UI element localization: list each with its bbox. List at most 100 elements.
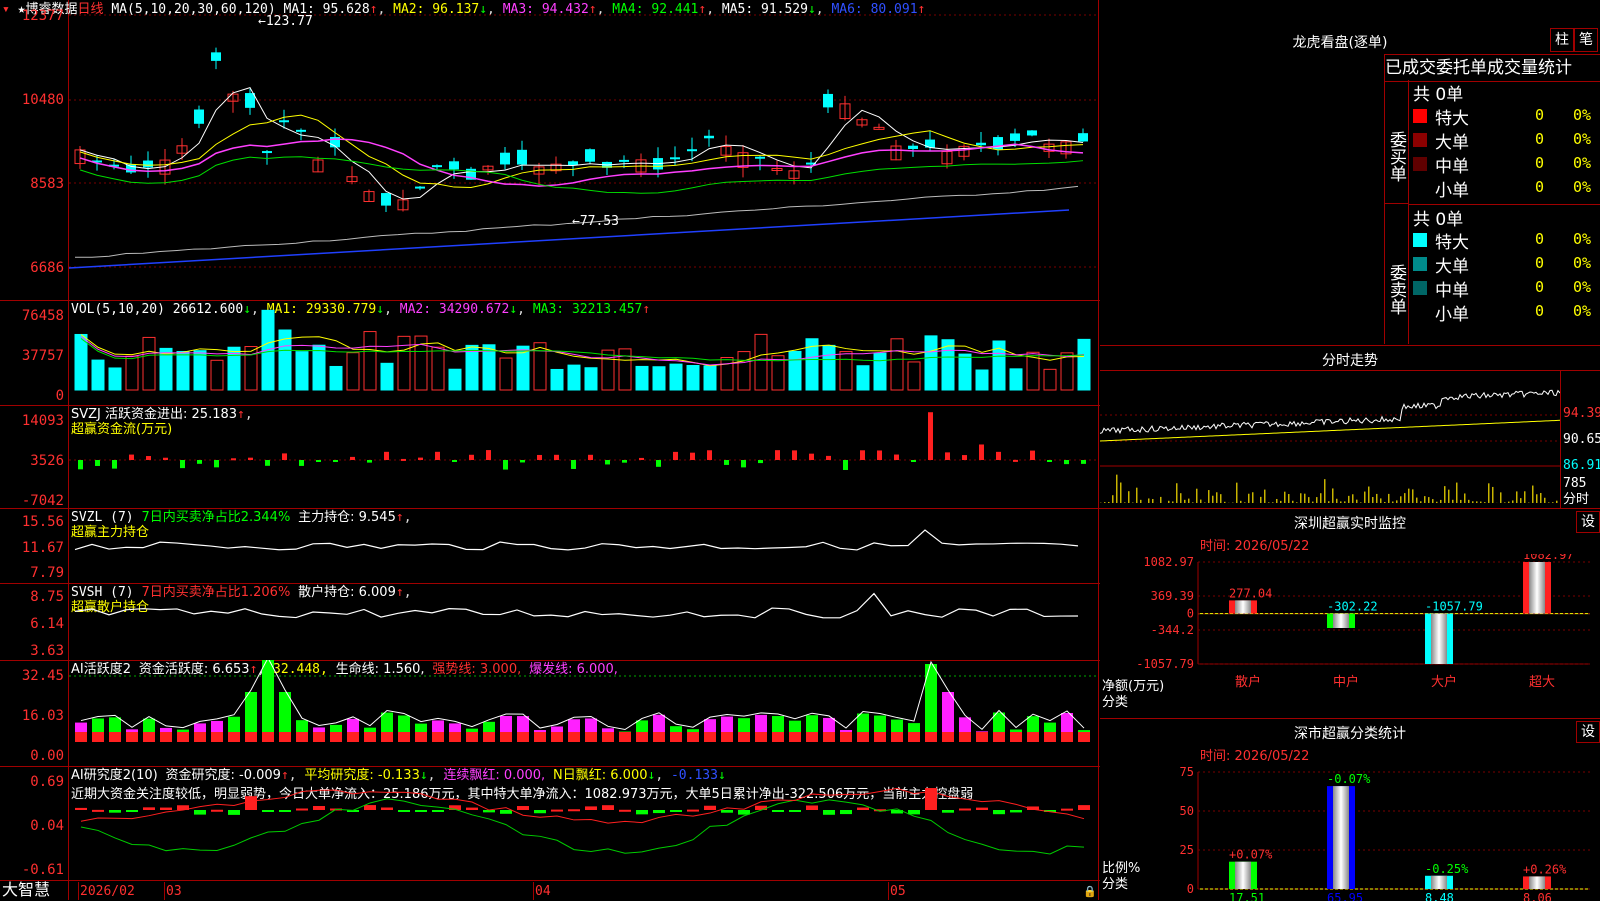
volume-bar[interactable] xyxy=(296,352,308,390)
main-holding-chart[interactable] xyxy=(69,508,1098,583)
bar-mode-button[interactable]: 柱 xyxy=(1550,28,1574,52)
candle[interactable] xyxy=(976,143,986,145)
flow-bar[interactable] xyxy=(469,455,474,460)
volume-bar[interactable] xyxy=(92,360,104,390)
settings-button[interactable]: 设 xyxy=(1576,511,1600,533)
volume-bar[interactable] xyxy=(653,367,665,390)
research-bar[interactable] xyxy=(381,807,393,810)
ai-active-chart[interactable] xyxy=(69,660,1098,766)
volume-bar[interactable] xyxy=(789,351,801,390)
flow-bar[interactable] xyxy=(707,450,712,460)
research-bar[interactable] xyxy=(109,810,121,813)
candle[interactable] xyxy=(126,165,136,173)
research-bar[interactable] xyxy=(585,806,597,810)
flow-bar[interactable] xyxy=(265,460,270,466)
flow-bar[interactable] xyxy=(639,458,644,460)
research-bar[interactable] xyxy=(296,808,308,810)
sz-class-chart[interactable]: 755025017.51+0.07%散户65.95-0.07%中户8.48-0.… xyxy=(1100,764,1600,901)
volume-bar[interactable] xyxy=(466,345,478,390)
settings-button[interactable]: 设 xyxy=(1576,721,1600,743)
volume-bar[interactable] xyxy=(602,350,614,390)
flow-bar[interactable] xyxy=(401,459,406,461)
volume-bar[interactable] xyxy=(976,370,988,390)
flow-bar[interactable] xyxy=(673,452,678,460)
flow-bar[interactable] xyxy=(452,460,457,462)
flow-bar[interactable] xyxy=(945,452,950,460)
flow-bar[interactable] xyxy=(809,454,814,460)
flow-bar[interactable] xyxy=(384,452,389,460)
volume-bar[interactable] xyxy=(381,363,393,390)
research-bar[interactable] xyxy=(160,808,172,810)
flow-bar[interactable] xyxy=(503,460,508,470)
volume-bar[interactable] xyxy=(840,352,852,390)
candle[interactable] xyxy=(500,153,510,165)
candle[interactable] xyxy=(619,160,629,162)
flow-bar[interactable] xyxy=(316,460,321,462)
intraday-chart[interactable] xyxy=(1100,371,1560,506)
flow-bar[interactable] xyxy=(282,453,287,460)
flow-bar[interactable] xyxy=(622,460,627,463)
flow-bar[interactable] xyxy=(724,460,729,465)
research-bar[interactable] xyxy=(636,810,648,814)
flow-bar[interactable] xyxy=(826,456,831,460)
volume-bar[interactable] xyxy=(262,310,274,390)
flow-bar[interactable] xyxy=(877,450,882,460)
candle[interactable] xyxy=(194,110,204,124)
flow-bar[interactable] xyxy=(78,460,83,469)
fund-flow-chart[interactable] xyxy=(69,405,1098,508)
candle[interactable] xyxy=(449,161,459,169)
candle[interactable] xyxy=(1078,133,1088,141)
volume-bar[interactable] xyxy=(313,345,325,390)
flow-bar[interactable] xyxy=(843,460,848,470)
volume-bar[interactable] xyxy=(1078,339,1090,390)
flow-bar[interactable] xyxy=(1030,451,1035,460)
research-bar[interactable] xyxy=(823,810,835,815)
volume-bar[interactable] xyxy=(143,337,155,390)
volume-bar[interactable] xyxy=(704,366,716,390)
candle[interactable] xyxy=(143,161,153,168)
flow-bar[interactable] xyxy=(741,460,746,467)
research-bar[interactable] xyxy=(704,806,716,810)
research-bar[interactable] xyxy=(364,805,376,810)
volume-bar[interactable] xyxy=(211,360,223,390)
volume-bar[interactable] xyxy=(109,368,121,390)
flow-bar[interactable] xyxy=(588,455,593,460)
chart-area[interactable]: ▾ ★博睿数据日线 MA(5,10,20,30,60,120) MA1: 95.… xyxy=(0,0,1100,900)
flow-bar[interactable] xyxy=(214,460,219,467)
research-bar[interactable] xyxy=(500,810,512,814)
volume-bar[interactable] xyxy=(568,365,580,390)
volume-bar[interactable] xyxy=(432,347,444,390)
flow-bar[interactable] xyxy=(163,458,168,460)
flow-bar[interactable] xyxy=(1064,460,1069,464)
research-bar[interactable] xyxy=(466,808,478,810)
volume-bar[interactable] xyxy=(619,349,631,390)
flow-bar[interactable] xyxy=(979,444,984,460)
research-bar[interactable] xyxy=(279,810,291,812)
volume-bar[interactable] xyxy=(959,354,971,390)
candle[interactable] xyxy=(279,120,289,122)
research-bar[interactable] xyxy=(721,810,733,813)
flow-bar[interactable] xyxy=(435,452,440,460)
volume-bar[interactable] xyxy=(721,358,733,390)
flow-bar[interactable] xyxy=(197,460,202,464)
research-bar[interactable] xyxy=(92,810,104,812)
volume-bar[interactable] xyxy=(551,369,563,390)
flow-bar[interactable] xyxy=(333,460,338,462)
research-bar[interactable] xyxy=(738,810,750,815)
lock-icon[interactable]: 🔒 xyxy=(1083,884,1097,899)
flow-bar[interactable] xyxy=(248,458,253,460)
volume-bar[interactable] xyxy=(755,334,767,390)
research-bar[interactable] xyxy=(653,810,665,813)
research-bar[interactable] xyxy=(398,810,410,812)
candle[interactable] xyxy=(262,151,272,153)
research-bar[interactable] xyxy=(568,809,580,811)
research-bar[interactable] xyxy=(772,810,784,812)
research-bar[interactable] xyxy=(993,810,1005,814)
research-bar[interactable] xyxy=(126,810,138,812)
candle[interactable] xyxy=(517,150,527,165)
flow-bar[interactable] xyxy=(418,458,423,460)
research-bar[interactable] xyxy=(432,810,444,812)
volume-bar[interactable] xyxy=(1010,369,1022,390)
flow-bar[interactable] xyxy=(1013,460,1018,462)
volume-bar[interactable] xyxy=(126,356,138,390)
